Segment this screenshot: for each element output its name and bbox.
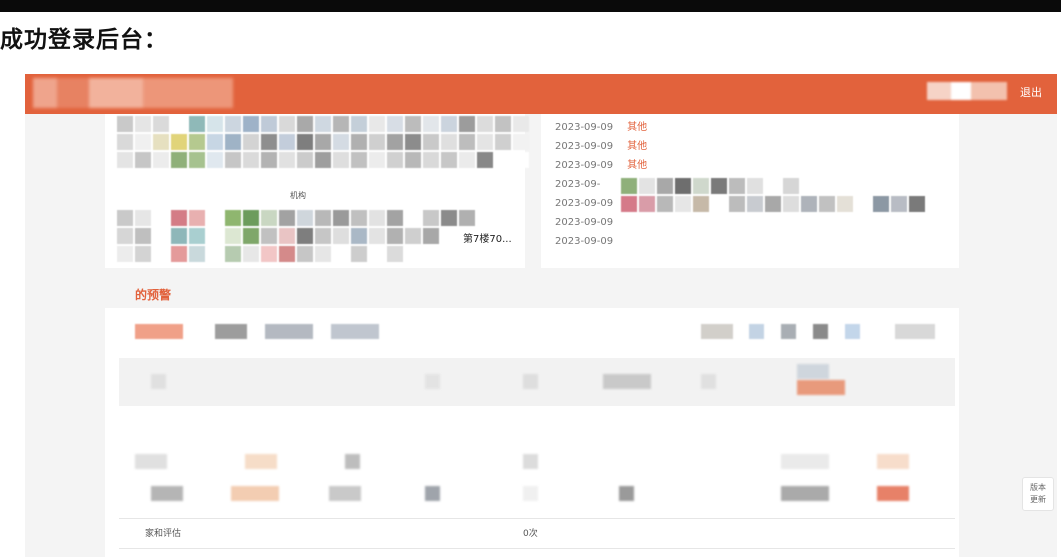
action-chip[interactable] bbox=[701, 324, 733, 339]
news-date: 2023-09-09 bbox=[555, 217, 614, 228]
action-chip[interactable] bbox=[781, 324, 796, 339]
table-cell bbox=[619, 486, 634, 501]
logo bbox=[33, 78, 233, 108]
version-update-widget[interactable]: 版本 更新 bbox=[1022, 477, 1054, 511]
table-cell bbox=[425, 486, 440, 501]
news-date: 2023-09-09 bbox=[555, 160, 614, 171]
overview-card: 机构 第7楼70... bbox=[105, 114, 529, 268]
news-item[interactable]: 2023-09-09 bbox=[555, 194, 627, 213]
warning-table-card: 家和评估 0次 bbox=[105, 308, 959, 557]
warning-section-title: 的预警 bbox=[135, 288, 172, 302]
user-avatar[interactable] bbox=[927, 82, 1007, 100]
app-header: 退出 bbox=[25, 74, 1057, 114]
news-date: 2023-09-09 bbox=[555, 236, 614, 247]
row-label: 家和评估 bbox=[145, 529, 182, 539]
filter-chip[interactable] bbox=[135, 324, 183, 339]
news-item[interactable]: 2023-09- bbox=[555, 175, 614, 194]
column-header bbox=[701, 374, 716, 389]
blurred-stats-row-2 bbox=[117, 210, 493, 262]
column-header bbox=[523, 374, 538, 389]
action-chip[interactable] bbox=[749, 324, 764, 339]
table-cell bbox=[877, 486, 909, 501]
widget-line: 版本 bbox=[1030, 483, 1046, 492]
table-cell bbox=[329, 486, 361, 501]
news-tag: 其他 bbox=[627, 160, 648, 171]
news-item[interactable]: 2023-09-09 其他 bbox=[555, 137, 647, 156]
filter-chip[interactable] bbox=[215, 324, 247, 339]
news-item[interactable]: 2023-09-09 bbox=[555, 213, 627, 232]
table-cell bbox=[231, 486, 279, 501]
blurred-stats-row-1 bbox=[117, 116, 529, 168]
news-item[interactable]: 2023-09-09 bbox=[555, 232, 627, 251]
action-chip[interactable] bbox=[895, 324, 935, 339]
table-cell bbox=[523, 486, 538, 501]
table-cell bbox=[877, 454, 909, 469]
table-divider bbox=[119, 518, 955, 519]
row-count: 0次 bbox=[523, 529, 538, 539]
news-item[interactable]: 2023-09-09 其他 bbox=[555, 118, 647, 137]
news-date: 2023-09-09 bbox=[555, 122, 614, 133]
news-date: 2023-09-09 bbox=[555, 198, 614, 209]
filter-chip[interactable] bbox=[265, 324, 313, 339]
column-header bbox=[151, 374, 166, 389]
news-tag: 其他 bbox=[627, 141, 648, 152]
logout-link[interactable]: 退出 bbox=[1020, 84, 1042, 100]
column-header bbox=[425, 374, 440, 389]
action-chip[interactable] bbox=[845, 324, 860, 339]
table-cell bbox=[151, 486, 183, 501]
filter-chip[interactable] bbox=[331, 324, 379, 339]
overview-item-label[interactable]: 第7楼70... bbox=[463, 230, 512, 245]
app-window: 退出 机构 第7楼70... 2023-09-09 其他 2023-09-09 其他 bbox=[25, 74, 1057, 557]
page-caption: 成功登录后台： bbox=[0, 27, 168, 53]
column-header bbox=[797, 380, 845, 395]
news-date: 2023-09- bbox=[555, 179, 601, 190]
widget-line: 更新 bbox=[1030, 495, 1046, 504]
table-cell bbox=[135, 454, 167, 469]
table-cell bbox=[523, 454, 538, 469]
blurred-news-titles bbox=[621, 178, 943, 212]
top-black-bar bbox=[0, 0, 1061, 12]
column-header bbox=[603, 374, 651, 389]
column-header bbox=[797, 364, 829, 379]
table-cell bbox=[781, 486, 829, 501]
news-tag: 其他 bbox=[627, 122, 648, 133]
table-cell bbox=[345, 454, 360, 469]
action-chip[interactable] bbox=[813, 324, 828, 339]
news-date: 2023-09-09 bbox=[555, 141, 614, 152]
table-cell bbox=[781, 454, 829, 469]
news-item[interactable]: 2023-09-09 其他 bbox=[555, 156, 647, 175]
table-cell bbox=[245, 454, 277, 469]
overview-mid-label: 机构 bbox=[290, 191, 306, 200]
table-divider bbox=[119, 548, 955, 549]
